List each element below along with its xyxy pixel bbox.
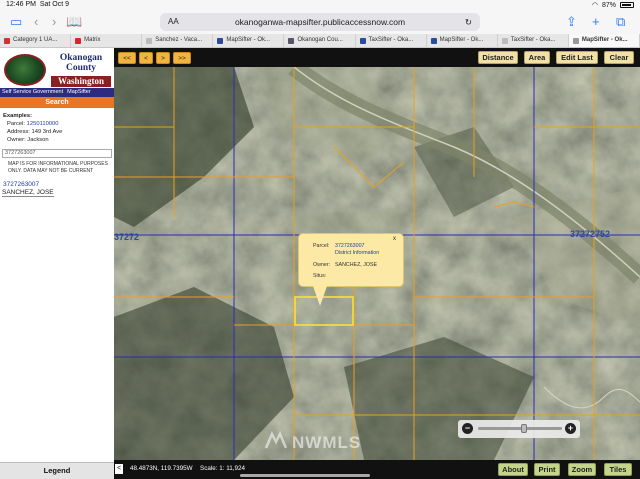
- tab-favicon-icon: [359, 38, 366, 44]
- prev-result-button[interactable]: <: [139, 52, 153, 64]
- bookmarks-icon[interactable]: 📖: [66, 14, 82, 30]
- popup-owner-row: Owner: SANCHEZ, JOSE: [313, 262, 378, 268]
- popup-owner-value: SANCHEZ, JOSE: [335, 262, 378, 268]
- new-tab-icon[interactable]: +: [592, 14, 600, 29]
- distance-button[interactable]: Distance: [478, 51, 518, 64]
- top-links: Self Service Government MapSifter: [0, 88, 114, 97]
- self-service-link[interactable]: Self Service Government: [0, 88, 65, 97]
- tab-7[interactable]: MapSifter - Ok...: [427, 34, 498, 47]
- tab-2[interactable]: Matrix: [71, 34, 143, 47]
- tab-4[interactable]: MapSifter - Ok...: [213, 34, 285, 47]
- popup-pointer: [313, 286, 327, 306]
- home-indicator: [240, 474, 370, 477]
- tab-3[interactable]: Sanchez - Vaca...: [142, 34, 214, 47]
- legend-button[interactable]: Legend: [0, 462, 114, 479]
- tab-favicon-icon: [75, 38, 82, 44]
- example-owner: Owner: Jackson: [7, 137, 49, 143]
- back-icon[interactable]: ‹: [34, 14, 38, 29]
- popup-situs-row: Situs:: [313, 273, 327, 279]
- tab-favicon-icon: [146, 38, 153, 44]
- first-result-button[interactable]: <<: [118, 52, 136, 64]
- about-button[interactable]: About: [498, 463, 528, 476]
- tab-6[interactable]: TaxSifter - Oka...: [356, 34, 427, 47]
- popup-parcel-row: Parcel: 3727263007: [313, 243, 365, 249]
- zoom-control: − +: [458, 420, 580, 438]
- sidebar-toggle-icon[interactable]: ▭: [10, 14, 22, 30]
- next-result-button[interactable]: >: [156, 52, 170, 64]
- disclaimer-text: MAP IS FOR INFORMATIONAL PURPOSES ONLY. …: [8, 161, 108, 174]
- clear-button[interactable]: Clear: [604, 51, 634, 64]
- tab-favicon-icon: [4, 38, 10, 44]
- result-owner: SANCHEZ, JOSE: [2, 189, 54, 197]
- edit-last-button[interactable]: Edit Last: [556, 51, 598, 64]
- county-seal-icon: [4, 54, 46, 86]
- section-label-right: 37272752: [570, 229, 611, 239]
- forward-icon[interactable]: ›: [52, 14, 56, 29]
- reload-icon[interactable]: ↻: [465, 13, 472, 31]
- scale-readout: Scale: 1: 11,924: [200, 465, 246, 472]
- mapsifter-link[interactable]: MapSifter: [65, 88, 93, 97]
- examples-heading: Examples:: [3, 113, 32, 119]
- search-examples: Examples: Parcel: 1250110000 Address: 14…: [3, 112, 62, 144]
- zoom-out-button[interactable]: −: [462, 423, 473, 434]
- zoom-slider-thumb[interactable]: [521, 424, 528, 433]
- coordinates-readout: 48.4873N, 119.7395W: [130, 465, 193, 472]
- nwmls-watermark: NWMLS: [292, 433, 362, 452]
- zoom-button[interactable]: Zoom: [568, 463, 596, 476]
- tiles-button[interactable]: Tiles: [604, 463, 632, 476]
- zoom-slider-track[interactable]: [478, 427, 562, 430]
- last-result-button[interactable]: >>: [173, 52, 191, 64]
- tab-favicon-icon: [217, 38, 224, 44]
- status-bar: 12:46 PM Sat Oct 9 ◠ 87%: [0, 0, 640, 11]
- county-logo: Okanogan County Washington: [0, 52, 114, 88]
- map-toolbar: << < > >> Distance Area Edit Last Clear: [114, 48, 640, 67]
- map-status-bar: < 48.4873N, 119.7395W Scale: 1: 11,924 A…: [114, 460, 640, 479]
- tab-9-active[interactable]: MapSifter - Ok...: [568, 34, 640, 47]
- status-time: 12:46 PM Sat Oct 9: [6, 1, 70, 8]
- popup-parcel-link[interactable]: 3727263007: [335, 243, 364, 249]
- tab-5[interactable]: Okanogan Cou...: [284, 34, 356, 47]
- county-name: Okanogan County: [59, 53, 103, 73]
- battery-percent: 87%: [601, 1, 616, 9]
- tab-favicon-icon: [288, 38, 295, 44]
- state-name: Washington: [51, 76, 111, 87]
- example-address: Address: 149 3rd Ave: [7, 129, 63, 135]
- reader-options-button[interactable]: AA: [168, 13, 179, 31]
- tab-1[interactable]: Category 1 UA...: [0, 34, 72, 47]
- url-text: okanoganwa-mapsifter.publicaccessnow.com: [234, 17, 406, 27]
- address-bar[interactable]: AA okanoganwa-mapsifter.publicaccessnow.…: [160, 13, 480, 31]
- nwmls-logo: [264, 431, 288, 449]
- tabs-overview-icon[interactable]: ⧉: [616, 14, 625, 30]
- tab-favicon-icon: [501, 38, 508, 44]
- print-button[interactable]: Print: [534, 463, 560, 476]
- popup-close-button[interactable]: x: [393, 236, 396, 242]
- browser-toolbar: ▭ ‹ › 📖 AA okanoganwa-mapsifter.publicac…: [0, 11, 640, 34]
- tab-strip: Category 1 UA... Matrix Sanchez - Vaca..…: [0, 34, 640, 48]
- example-parcel: Parcel: 1250110000: [7, 121, 59, 127]
- search-sidebar: Okanogan County Washington Self Service G…: [0, 48, 114, 479]
- share-icon[interactable]: ⇪: [566, 14, 577, 30]
- area-button[interactable]: Area: [524, 51, 550, 64]
- status-right: ◠ 87%: [592, 1, 634, 9]
- parcel-popup: x Parcel: 3727263007 District Informatio…: [298, 233, 404, 287]
- wifi-icon: ◠: [591, 2, 598, 9]
- zoom-in-button[interactable]: +: [565, 423, 576, 434]
- search-input[interactable]: 3727263007: [2, 149, 112, 158]
- tab-favicon-icon: [430, 38, 437, 44]
- tab-favicon-icon: [572, 38, 579, 44]
- search-header: Search: [0, 97, 114, 108]
- district-information-link[interactable]: District Information: [335, 250, 379, 256]
- tab-8[interactable]: TaxSifter - Oka...: [498, 34, 569, 47]
- collapse-sidebar-button[interactable]: <: [115, 464, 123, 474]
- section-label-left: 37272: [114, 232, 140, 242]
- battery-icon: [620, 2, 634, 8]
- result-parcel-link[interactable]: 3727263007: [3, 181, 39, 188]
